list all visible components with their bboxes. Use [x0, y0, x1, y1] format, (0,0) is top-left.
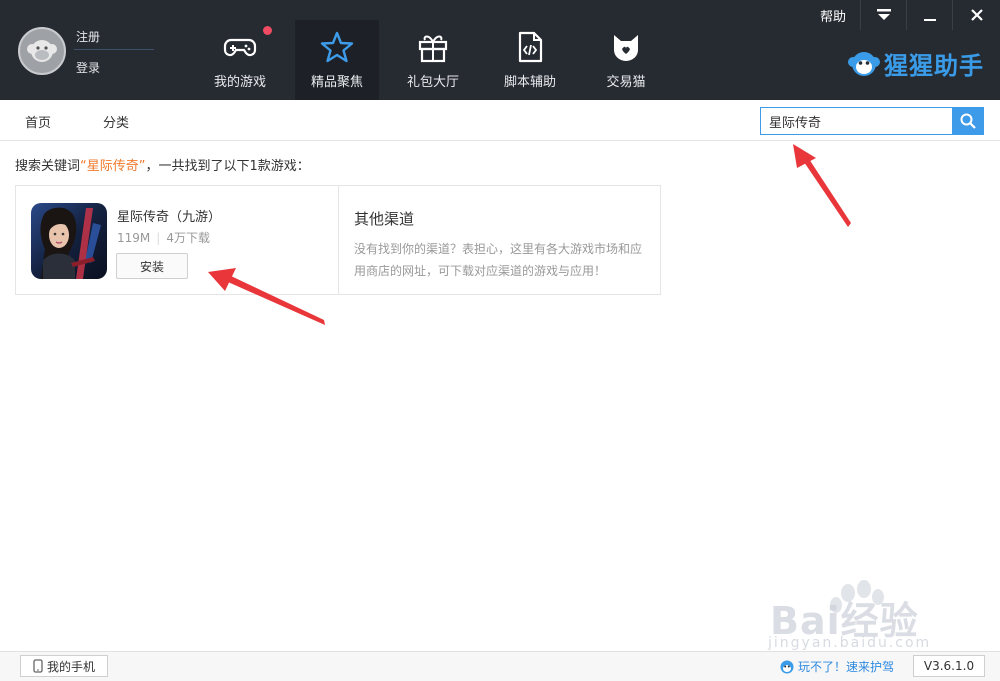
watermark-url: jingyan.baidu.com: [768, 635, 932, 651]
game-icon-image[interactable]: [31, 203, 107, 279]
search-input[interactable]: [760, 107, 953, 135]
my-phone-label: 我的手机: [46, 659, 95, 674]
meta-separator: |: [156, 231, 161, 245]
menu-dropdown-button[interactable]: [860, 0, 906, 30]
search-result-summary: 搜索关键词“星际传奇”，一共找到了以下1款游戏：: [15, 155, 310, 174]
minimize-button[interactable]: [906, 0, 952, 30]
version-badge: V3.6.1.0: [913, 655, 985, 677]
game-downloads: 4万下载: [166, 231, 210, 245]
notification-dot: [263, 26, 272, 35]
nav-gift-hall[interactable]: 礼包大厅: [391, 20, 475, 100]
monkey-logo-icon: [848, 51, 880, 76]
result-keyword: “星际传奇”: [80, 159, 146, 174]
auth-divider: [74, 49, 154, 50]
help-button[interactable]: 帮助: [806, 0, 860, 30]
rescue-help-label: 玩不了！速来护驾: [798, 660, 895, 674]
result-prefix: 搜索关键词: [15, 159, 81, 174]
brand-name: 猩猩助手: [884, 52, 984, 80]
nav-my-games-label: 我的游戏: [213, 75, 266, 90]
phone-icon: [33, 659, 43, 673]
game-cover-icon: [31, 203, 107, 279]
script-file-icon: [518, 31, 543, 63]
status-footer: 我的手机 玩不了！速来护驾 V3.6.1.0: [0, 651, 1000, 681]
menu-dropdown-icon: [876, 9, 891, 20]
monkey-help-icon: [780, 660, 794, 673]
game-result-card: 星际传奇（九游） 119M | 4万下载 安装 其他渠道 没有找到你的渠道？表担心，…: [15, 185, 661, 295]
arrow-to-search: [793, 144, 851, 227]
category-link[interactable]: 分类: [103, 112, 129, 131]
close-button[interactable]: [952, 0, 1000, 30]
my-phone-button[interactable]: 我的手机: [20, 655, 108, 677]
other-channels-description: 没有找到你的渠道？表担心，这里有各大游戏市场和应用商店的网址，可下载对应渠道的游…: [354, 242, 643, 278]
install-button[interactable]: 安装: [116, 253, 188, 279]
cat-icon: [614, 35, 638, 61]
result-suffix: ，一共找到了以下1款游戏：: [145, 159, 310, 174]
game-title[interactable]: 星际传奇（九游）: [117, 206, 221, 225]
top-header: 注册 登录 我的游戏 精品聚焦 礼包大厅 脚本辅助 交易猫 帮助 猩猩助手: [0, 0, 1000, 100]
sub-navigation: 首页 分类: [0, 100, 1000, 141]
nav-script-label: 脚本辅助: [503, 75, 556, 90]
minimize-icon: [923, 19, 936, 21]
game-size: 119M: [117, 231, 151, 245]
game-meta: 119M | 4万下载: [117, 229, 210, 246]
nav-script[interactable]: 脚本辅助: [488, 20, 572, 100]
register-link[interactable]: 注册: [76, 28, 100, 45]
nav-trade-cat[interactable]: 交易猫: [584, 20, 668, 100]
close-icon: [970, 9, 983, 21]
nav-trade-cat-label: 交易猫: [606, 75, 646, 90]
user-avatar[interactable]: [18, 27, 66, 75]
search-button[interactable]: [952, 107, 984, 135]
brand-logo: 猩猩助手: [848, 46, 984, 81]
nav-gift-hall-label: 礼包大厅: [406, 75, 459, 90]
login-link[interactable]: 登录: [76, 59, 100, 76]
gamepad-icon: [223, 38, 257, 57]
rescue-help-link[interactable]: 玩不了！速来护驾: [780, 658, 894, 675]
other-channels-title[interactable]: 其他渠道: [354, 208, 414, 229]
monkey-avatar-icon: [27, 40, 57, 62]
nav-my-games[interactable]: 我的游戏: [198, 20, 282, 100]
nav-featured-label: 精品聚焦: [310, 75, 363, 90]
search-icon: [960, 113, 976, 129]
gift-icon: [418, 35, 448, 63]
card-divider: [338, 186, 339, 294]
star-icon: [320, 31, 354, 63]
home-link[interactable]: 首页: [25, 112, 51, 131]
nav-featured[interactable]: 精品聚焦: [295, 20, 379, 100]
